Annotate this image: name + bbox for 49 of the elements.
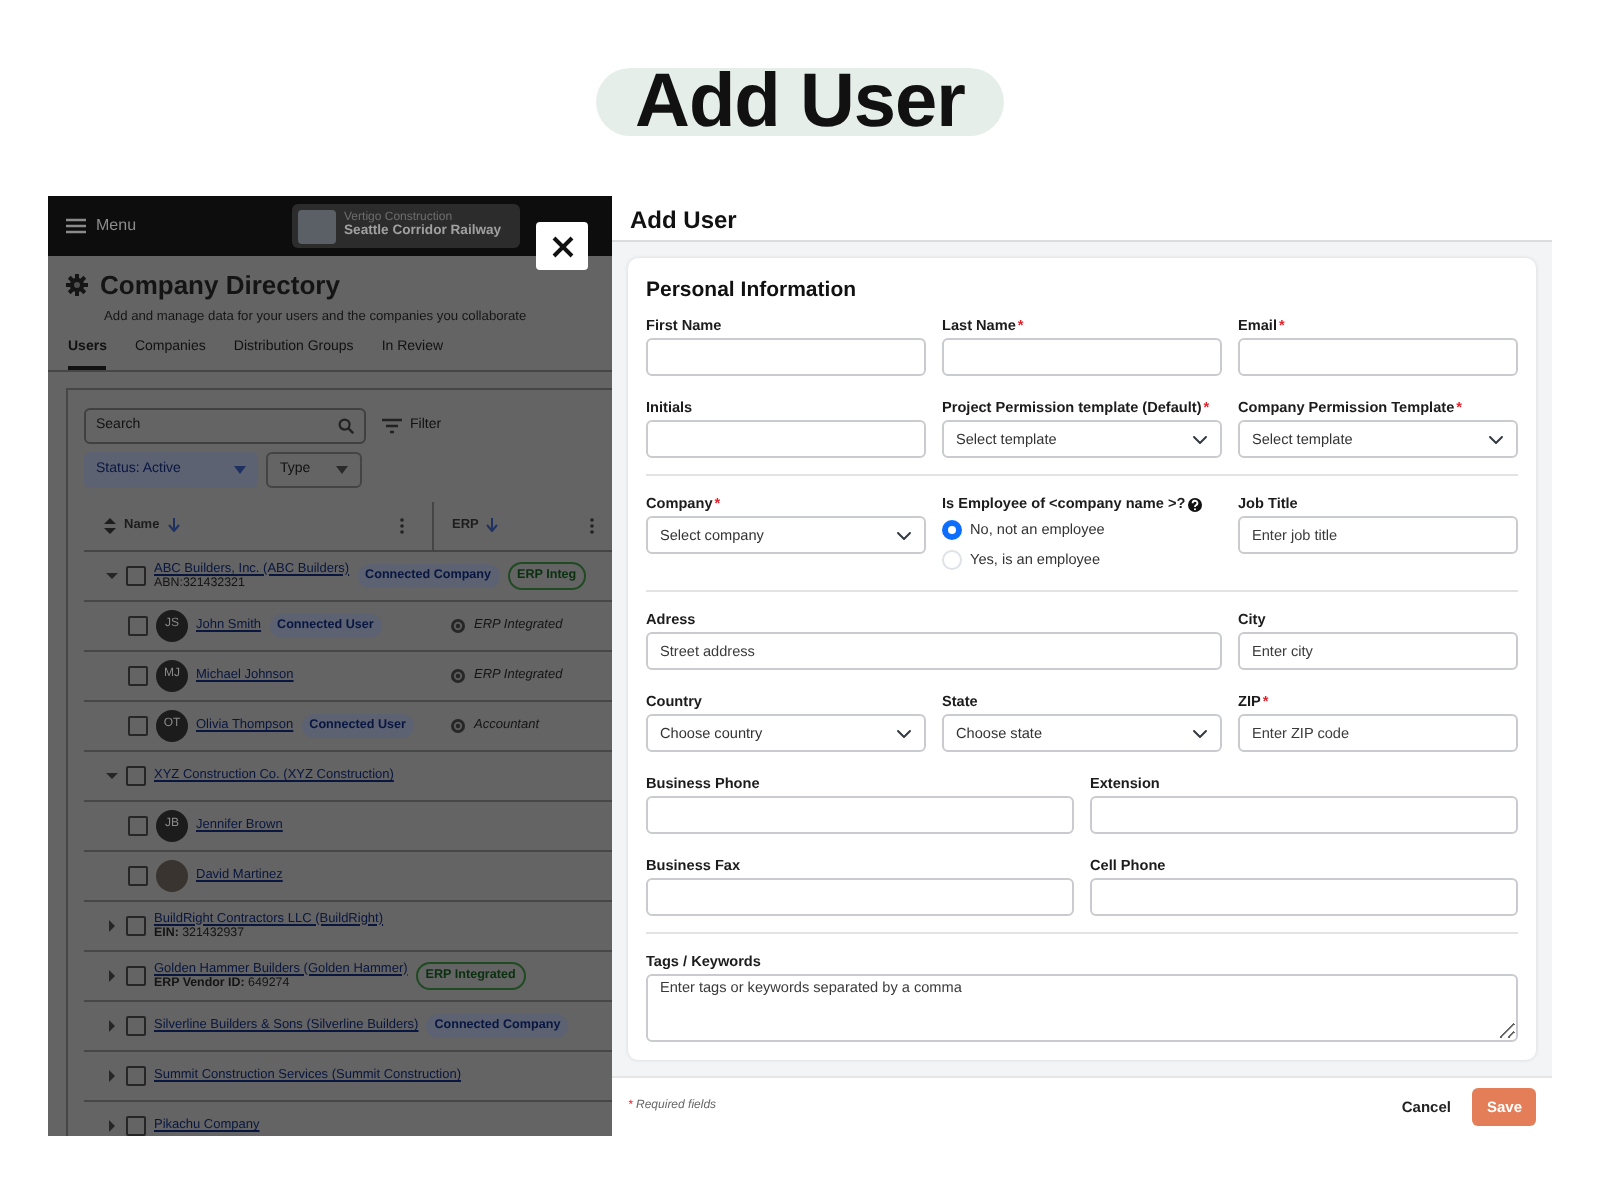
arrow-down-icon bbox=[486, 518, 499, 533]
caret-down-icon bbox=[336, 465, 348, 474]
checkbox[interactable] bbox=[128, 815, 148, 836]
photo-placeholder bbox=[156, 859, 188, 892]
text-field[interactable] bbox=[646, 338, 926, 377]
caret-down-icon[interactable] bbox=[106, 769, 118, 782]
checkbox[interactable] bbox=[128, 615, 148, 636]
filter-icon bbox=[382, 417, 402, 434]
text-field[interactable] bbox=[646, 878, 1074, 917]
text-field[interactable] bbox=[942, 338, 1222, 377]
text-field[interactable] bbox=[1090, 796, 1518, 835]
search-icon bbox=[338, 417, 354, 434]
text-field[interactable] bbox=[1238, 338, 1518, 377]
close-button[interactable] bbox=[536, 222, 588, 270]
checkbox[interactable] bbox=[126, 1065, 146, 1086]
checkbox[interactable] bbox=[126, 965, 146, 986]
checkbox[interactable] bbox=[128, 665, 148, 686]
caret-right-icon[interactable] bbox=[106, 919, 118, 932]
caret-right-icon[interactable] bbox=[106, 969, 118, 982]
sort-icon bbox=[104, 517, 116, 534]
text-field[interactable] bbox=[1090, 878, 1518, 917]
section-title: Personal Information bbox=[646, 275, 859, 306]
checkbox[interactable] bbox=[128, 865, 148, 886]
caret-down-icon bbox=[234, 465, 246, 474]
checkbox[interactable] bbox=[126, 765, 146, 786]
menu-label: Menu bbox=[96, 214, 137, 238]
arrow-down-icon bbox=[167, 518, 180, 533]
caret-right-icon[interactable] bbox=[106, 1119, 118, 1132]
radio-button[interactable] bbox=[942, 520, 962, 541]
checkbox[interactable] bbox=[126, 915, 146, 936]
close-icon bbox=[551, 235, 573, 257]
link-circle-icon bbox=[450, 667, 466, 684]
checkbox[interactable] bbox=[126, 565, 146, 586]
help-icon[interactable] bbox=[1187, 497, 1202, 512]
menu-icon[interactable] bbox=[66, 218, 86, 234]
text-field[interactable] bbox=[646, 420, 926, 459]
caret-right-icon[interactable] bbox=[106, 1019, 118, 1032]
text-field[interactable] bbox=[646, 796, 1074, 835]
page-heading: Company Directory bbox=[100, 268, 340, 304]
link-circle-icon bbox=[450, 617, 466, 634]
checkbox[interactable] bbox=[126, 1015, 146, 1036]
caret-down-icon[interactable] bbox=[106, 569, 118, 582]
page-title: Add User bbox=[595, 68, 1005, 136]
gear-icon bbox=[66, 274, 88, 297]
photo-placeholder bbox=[298, 209, 337, 243]
link-circle-icon bbox=[450, 717, 466, 734]
checkbox[interactable] bbox=[126, 1115, 146, 1136]
checkbox[interactable] bbox=[128, 715, 148, 736]
caret-right-icon[interactable] bbox=[106, 1069, 118, 1082]
